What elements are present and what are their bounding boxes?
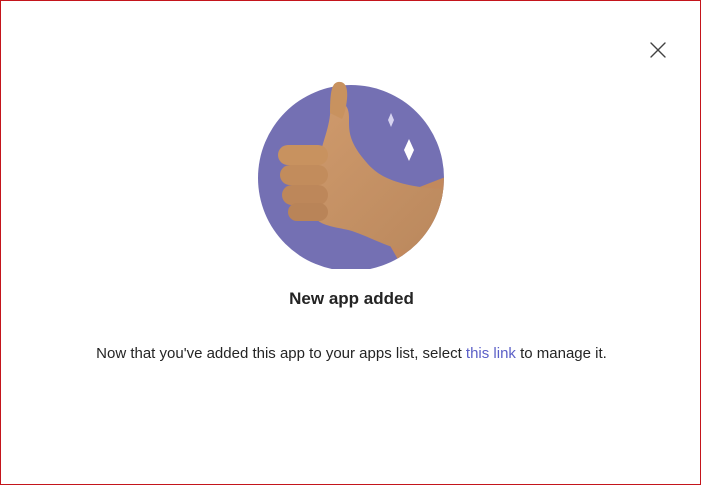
thumbs-up-icon [258, 81, 444, 269]
close-button[interactable] [647, 39, 669, 61]
dialog-title: New app added [289, 289, 414, 308]
message-text-after: to manage it. [515, 345, 607, 362]
manage-app-link[interactable]: this link [466, 345, 516, 362]
new-app-added-dialog: New app added Now that you've added this… [0, 0, 701, 485]
message-text-before: Now that you've added this app to your a… [96, 345, 466, 362]
close-icon [650, 42, 666, 58]
dialog-message: Now that you've added this app to your a… [1, 345, 701, 362]
